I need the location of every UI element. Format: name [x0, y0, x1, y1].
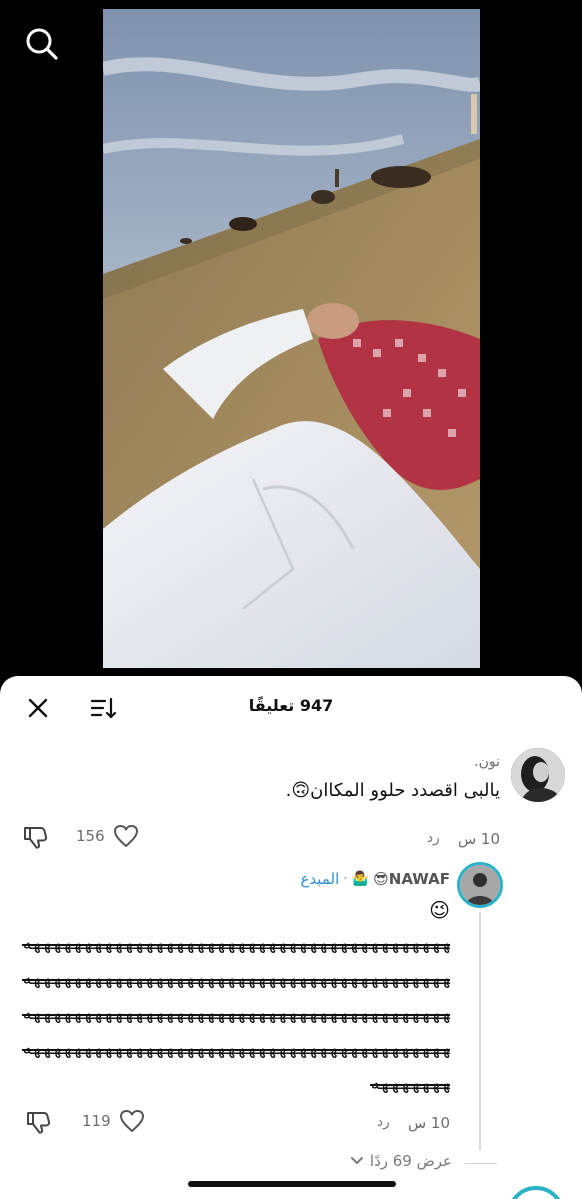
- crossed-text-line: هههههههههههههههههههههههههههههههههههههههه…: [22, 969, 450, 989]
- comment-time: 10 س: [407, 1114, 450, 1132]
- chevron-down-icon: [350, 1157, 363, 1164]
- search-icon: [26, 28, 58, 60]
- dislike-button[interactable]: [25, 1109, 51, 1135]
- comment-author[interactable]: NAWAF😎 🤷‍♂️ · المبدع: [300, 870, 450, 888]
- reply-button[interactable]: رد: [377, 1114, 390, 1132]
- view-replies-button[interactable]: عرض 69 ردًا: [350, 1152, 452, 1170]
- comment-meta: 10 س رد: [427, 830, 500, 848]
- dislike-button[interactable]: [22, 824, 48, 850]
- heart-icon: [119, 1110, 144, 1132]
- avatar[interactable]: [511, 748, 565, 802]
- comment-meta: 10 س رد: [377, 1114, 450, 1132]
- avatar-image: [460, 865, 500, 905]
- crossed-text-line: هههههههههه: [370, 1074, 450, 1094]
- avatar-image: [511, 748, 565, 802]
- author-tag: المبدع: [300, 870, 340, 888]
- search-button[interactable]: [22, 24, 62, 64]
- like-count: 156: [76, 827, 105, 845]
- crossed-text-line: هههههههههههههههههههههههههههههههههههههههه…: [22, 1039, 450, 1059]
- author-name: NAWAF😎: [373, 870, 450, 888]
- like-button[interactable]: 156: [76, 824, 139, 848]
- comment-text: يالبى اقصدد حلوو المكاان🙃.: [285, 780, 500, 801]
- thumbs-down-icon: [24, 827, 48, 849]
- author-badge: 🤷‍♂️: [351, 871, 370, 887]
- avatar[interactable]: [457, 862, 503, 908]
- comments-header: 947 تعليقًا: [0, 676, 582, 738]
- like-count: 119: [82, 1112, 111, 1130]
- comment-time: 10 س: [457, 830, 500, 848]
- thumbs-down-icon: [27, 1112, 51, 1134]
- home-indicator: [188, 1181, 396, 1187]
- view-replies-label: عرض 69 ردًا: [369, 1152, 452, 1170]
- heart-icon: [113, 825, 138, 847]
- replies-divider: [465, 1163, 497, 1164]
- comment-author[interactable]: نون.: [474, 754, 500, 770]
- comment-text: 😉: [429, 898, 450, 922]
- comments-sheet: 947 تعليقًا نون. يالبى اقصدد حلوو المكاا…: [0, 676, 582, 1199]
- author-separator: ·: [343, 871, 348, 887]
- video-thumbnail: [103, 9, 480, 668]
- video-frame[interactable]: [103, 9, 480, 668]
- comment-item: نون. يالبى اقصدد حلوو المكاان🙃. 10 س رد …: [0, 746, 582, 856]
- comment-count-title: 947 تعليقًا: [248, 696, 334, 715]
- video-player[interactable]: [0, 0, 582, 690]
- avatar[interactable]: [507, 1186, 565, 1199]
- crossed-text-line: هههههههههههههههههههههههههههههههههههههههه…: [22, 1004, 450, 1024]
- crossed-text-line: هههههههههههههههههههههههههههههههههههههههه…: [22, 934, 450, 954]
- comment-item: NAWAF😎 🤷‍♂️ · المبدع 😉 ههههههههههههههههه…: [0, 860, 582, 1150]
- like-button[interactable]: 119: [82, 1109, 145, 1133]
- thread-line: [479, 912, 481, 1150]
- reply-button[interactable]: رد: [427, 830, 440, 848]
